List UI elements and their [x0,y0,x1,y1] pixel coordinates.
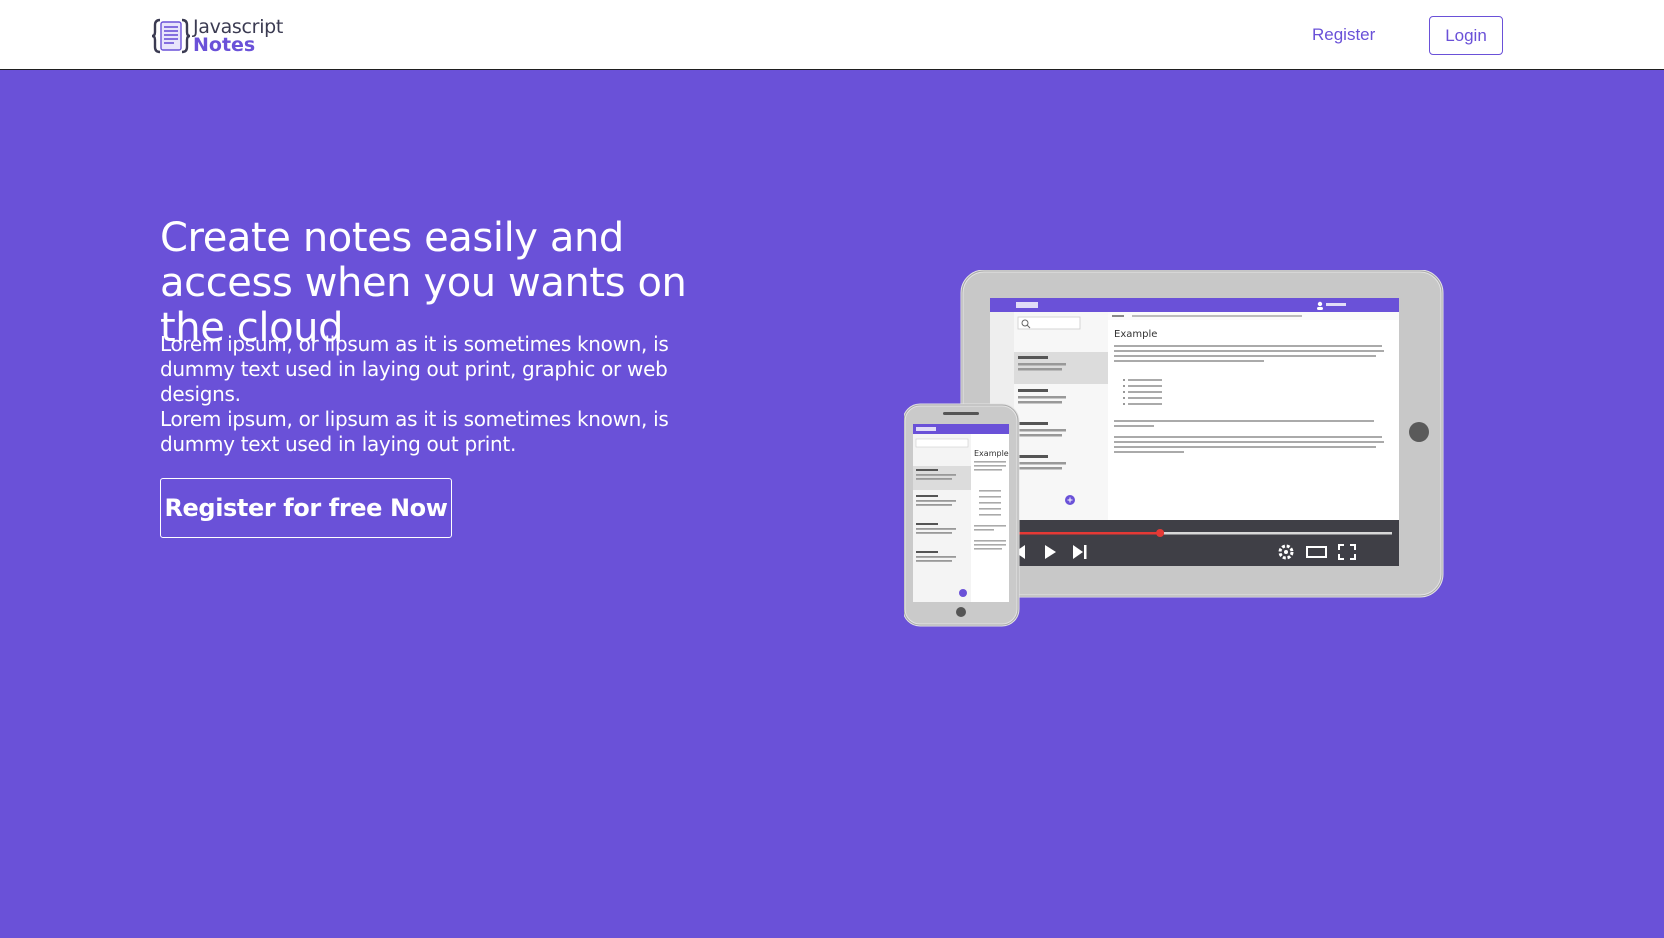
hero-section: Create notes easily and access when you … [0,70,1664,938]
phone-note-title: Example [974,449,1009,458]
tablet-home-button [1409,422,1429,442]
brand-logo[interactable]: Javascript Notes [152,16,283,56]
video-progress-fill [1018,532,1161,535]
hero-paragraph-2: Lorem ipsum, or lipsum as it is sometime… [160,407,669,456]
phone-home-button [956,607,966,617]
top-navbar: Javascript Notes Register Login [0,0,1664,70]
tablet-note-title: Example [1114,329,1157,340]
hero-paragraph-1: Lorem ipsum, or lipsum as it is sometime… [160,332,669,406]
phone-mockup: Example [904,403,1020,627]
tablet-mockup: Example [960,270,1444,598]
notes-logo-icon [152,18,190,54]
brand-text: Javascript Notes [193,18,283,56]
landing-page: Javascript Notes Register Login Create n… [0,0,1664,938]
nav-register-link[interactable]: Register [1312,25,1375,45]
register-cta-button[interactable]: Register for free Now [160,478,452,538]
devices-illustration: Example Example [904,270,1444,627]
nav-login-button[interactable]: Login [1429,16,1503,55]
hero-title: Create notes easily and access when you … [160,215,687,351]
video-progress-knob [1156,529,1165,537]
brand-name-line2: Notes [193,34,256,56]
